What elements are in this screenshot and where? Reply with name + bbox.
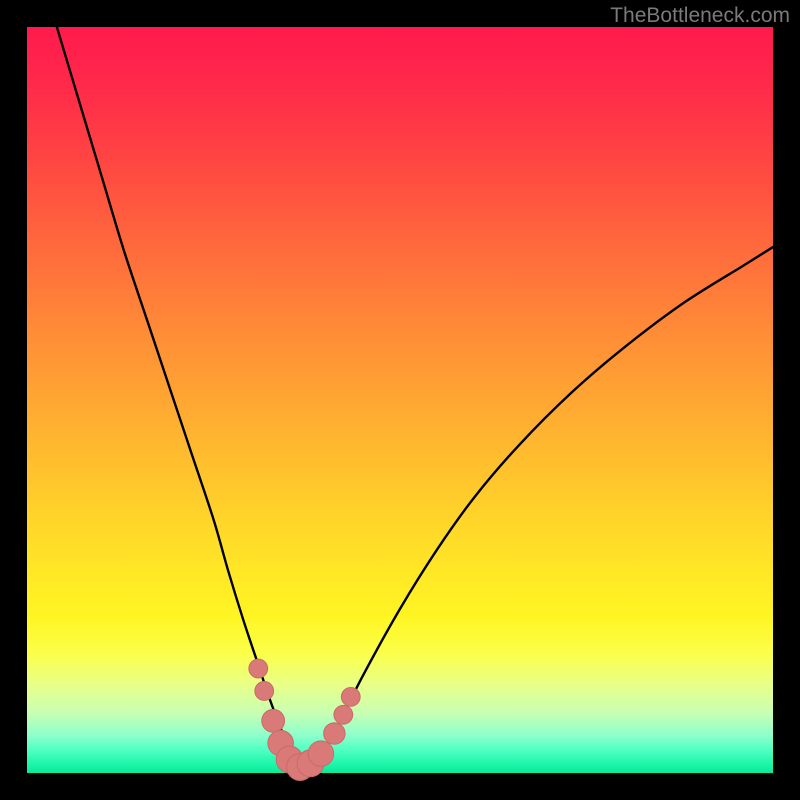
curve-marker — [341, 688, 360, 707]
chart-frame: TheBottleneck.com — [0, 0, 800, 800]
bottleneck-curve — [57, 27, 773, 768]
chart-plot-area — [27, 27, 773, 773]
curve-marker — [334, 705, 353, 724]
curve-marker — [249, 659, 268, 678]
curve-markers — [249, 659, 360, 780]
watermark-text: TheBottleneck.com — [610, 4, 790, 28]
curve-marker — [262, 709, 285, 732]
curve-marker — [255, 682, 274, 701]
curve-marker — [324, 723, 345, 744]
chart-svg — [27, 27, 773, 773]
curve-marker — [308, 741, 334, 767]
